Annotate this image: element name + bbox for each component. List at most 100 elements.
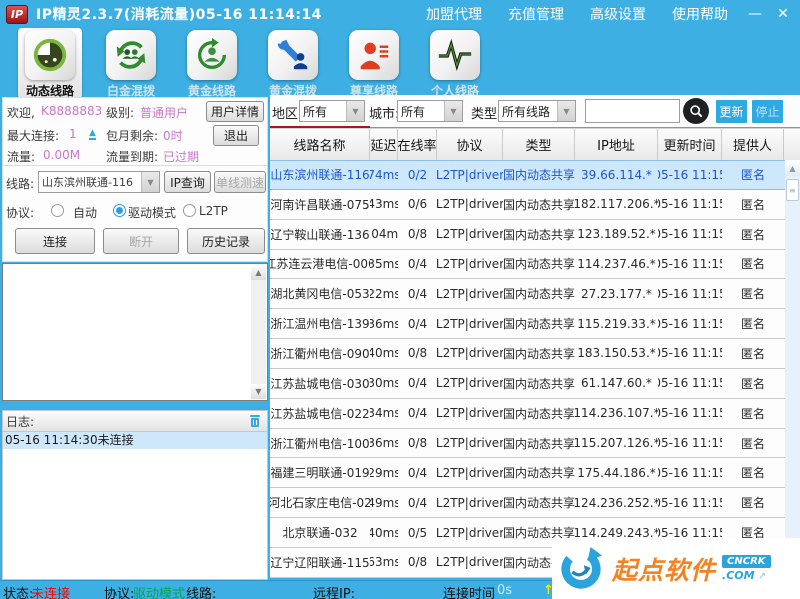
table-cell: 河北石家庄电信-02 — [270, 488, 370, 517]
history-button[interactable]: 历史记录 — [187, 228, 265, 254]
column-header[interactable]: 提供人 — [722, 129, 784, 160]
ip-query-button[interactable]: IP查询 — [164, 171, 211, 193]
table-cell: 国内动态共享 — [503, 458, 575, 487]
toolbar-gold-lines[interactable]: 黄金线路 — [180, 28, 244, 99]
menu-item-agent[interactable]: 加盟代理 — [426, 4, 482, 24]
monthly-label: 包月剩余: — [106, 127, 158, 144]
table-cell: 匿名 — [722, 161, 784, 189]
table-cell: 国内动态共享 — [503, 250, 575, 279]
connect-button[interactable]: 连接 — [15, 228, 95, 254]
table-cell: L2TP|driver — [437, 548, 503, 577]
column-header[interactable]: IP地址 — [575, 129, 658, 160]
toolbar-gold-mix[interactable]: 黄金混拨 — [261, 28, 325, 99]
search-icon[interactable] — [683, 98, 709, 124]
radio-driver-mode[interactable] — [113, 204, 126, 217]
table-cell: 05-16 11:15 — [658, 250, 722, 279]
table-cell: 0/4 — [398, 250, 437, 279]
trash-icon[interactable] — [249, 414, 261, 428]
menu-item-recharge[interactable]: 充值管理 — [508, 4, 564, 24]
conn-time-label: 连接时间 — [443, 583, 495, 599]
table-row[interactable]: 浙江衢州电信-09040ms0/8L2TP|driver国内动态共享183.15… — [270, 339, 800, 369]
toolbar-premium-lines[interactable]: 尊享线路 — [342, 28, 406, 99]
toolbar-dynamic-lines[interactable]: 动态线路 — [18, 28, 82, 99]
radio-auto-label: 自动 — [73, 204, 97, 221]
table-row[interactable]: 河南许昌联通-07543ms0/6L2TP|driver国内动态共享182.11… — [270, 190, 800, 220]
column-header[interactable]: 协议 — [437, 129, 503, 160]
increase-max-conn-icon[interactable]: ▲ — [89, 129, 96, 140]
table-cell: 61.147.60.* — [575, 369, 658, 398]
table-row[interactable]: 浙江衢州电信-10036ms0/8L2TP|driver国内动态共享115.20… — [270, 429, 800, 459]
table-row[interactable]: 江苏连云港电信-00635ms0/4L2TP|driver国内动态共享114.2… — [270, 250, 800, 280]
table-cell: L2TP|driver — [437, 369, 503, 398]
expire-value: 已过期 — [163, 148, 199, 165]
stop-button[interactable]: 停止 — [752, 100, 783, 123]
table-cell: 114.236.107.* — [575, 399, 658, 428]
table-cell: 0/4 — [398, 279, 437, 308]
toolbar-personal-lines[interactable]: 个人线路 — [423, 28, 487, 99]
log-title: 日志: — [6, 413, 34, 430]
minimize-button[interactable]: — — [744, 6, 766, 22]
column-header[interactable]: 类型 — [503, 129, 575, 160]
table-cell: 匿名 — [722, 399, 784, 428]
table-cell: 湖北黄冈电信-053 — [270, 279, 370, 308]
table-cell: 05-16 11:15 — [658, 369, 722, 398]
scroll-up-icon[interactable]: ▲ — [785, 160, 800, 176]
table-cell: 39.66.114.* — [575, 161, 658, 189]
single-test-button[interactable]: 单线测速 — [214, 171, 266, 193]
table-row[interactable]: 福建三明联通-01929ms0/4L2TP|driver国内动态共享175.44… — [270, 458, 800, 488]
users-redial-icon — [106, 30, 156, 80]
table-cell: 05-16 11:15 — [658, 279, 722, 308]
update-button[interactable]: 更新 — [716, 100, 747, 123]
toolbar-platinum-mix[interactable]: 白金混拨 — [99, 28, 163, 99]
type-select[interactable]: 所有线路 ▼ — [498, 100, 576, 122]
log-list[interactable]: 05-16 11:14:30未连接 — [2, 432, 268, 580]
column-header[interactable]: 更新时间 — [658, 129, 722, 160]
app-window: IP IP精灵2.3.7(消耗流量)05-16 11:14:14 加盟代理 充值… — [0, 0, 800, 599]
line-listbox[interactable]: ▲ ▼ — [2, 263, 268, 401]
table-row[interactable]: 江苏盐城电信-02234ms0/4L2TP|driver国内动态共享114.23… — [270, 399, 800, 429]
scroll-up-icon[interactable]: ▲ — [251, 265, 266, 280]
max-conn-label: 最大连接: — [7, 127, 59, 144]
table-cell: 0/2 — [398, 161, 437, 189]
line-select[interactable]: 山东滨州联通-116 ▼ — [38, 171, 160, 193]
table-scrollbar[interactable]: ▲ ≡ — [785, 160, 800, 578]
table-cell: 国内动态共享 — [503, 399, 575, 428]
table-cell: 49ms — [370, 488, 398, 517]
table-body[interactable]: 山东滨州联通-11674ms0/2L2TP|driver国内动态共享39.66.… — [270, 160, 800, 578]
table-cell: 匿名 — [722, 309, 784, 338]
table-cell: 江苏连云港电信-006 — [270, 250, 370, 279]
search-input[interactable] — [585, 99, 680, 123]
menu-item-help[interactable]: 使用帮助 — [672, 4, 728, 24]
column-header[interactable]: 延迟 — [370, 129, 398, 160]
region-select[interactable]: 所有 ▼ — [299, 100, 365, 122]
city-select[interactable]: 所有 ▼ — [397, 100, 463, 122]
table-cell: 浙江温州电信-139 — [270, 309, 370, 338]
table-row[interactable]: 江苏盐城电信-03030ms0/4L2TP|driver国内动态共享61.147… — [270, 369, 800, 399]
table-row[interactable]: 辽宁鞍山联通-136104ms0/8L2TP|driver国内动态共享123.1… — [270, 220, 800, 250]
table-row[interactable]: 浙江温州电信-13936ms0/4L2TP|driver国内动态共享115.21… — [270, 309, 800, 339]
close-button[interactable]: ✕ — [772, 6, 794, 22]
table-cell: 30ms — [370, 369, 398, 398]
radio-l2tp[interactable] — [183, 204, 196, 217]
scroll-down-icon[interactable]: ▼ — [251, 384, 266, 399]
table-cell: 22ms — [370, 279, 398, 308]
column-header[interactable]: 线路名称 — [270, 129, 370, 160]
table-cell: 匿名 — [722, 279, 784, 308]
table-row[interactable]: 湖北黄冈电信-05322ms0/4L2TP|driver国内动态共享27.23.… — [270, 279, 800, 309]
logout-button[interactable]: 退出 — [213, 125, 259, 146]
table-cell: 05-16 11:15 — [658, 339, 722, 368]
radio-auto[interactable] — [51, 204, 64, 217]
user-detail-button[interactable]: 用户详情 — [206, 101, 264, 122]
menu-item-settings[interactable]: 高级设置 — [590, 4, 646, 24]
column-header[interactable]: 在线率 — [398, 129, 437, 160]
table-cell: 0/8 — [398, 548, 437, 577]
table-cell: 国内动态共享 — [503, 309, 575, 338]
scrollbar-thumb[interactable]: ≡ — [786, 179, 799, 201]
status-label: 状态: — [3, 583, 33, 599]
disconnect-button[interactable]: 断开 — [103, 228, 179, 254]
remote-ip-label: 远程IP: — [313, 583, 355, 599]
chevron-down-icon: ▼ — [346, 101, 364, 121]
table-row[interactable]: 山东滨州联通-11674ms0/2L2TP|driver国内动态共享39.66.… — [270, 160, 800, 190]
table-row[interactable]: 河北石家庄电信-0249ms0/4L2TP|driver国内动态共享124.23… — [270, 488, 800, 518]
listbox-scrollbar[interactable]: ▲ ▼ — [251, 265, 266, 399]
